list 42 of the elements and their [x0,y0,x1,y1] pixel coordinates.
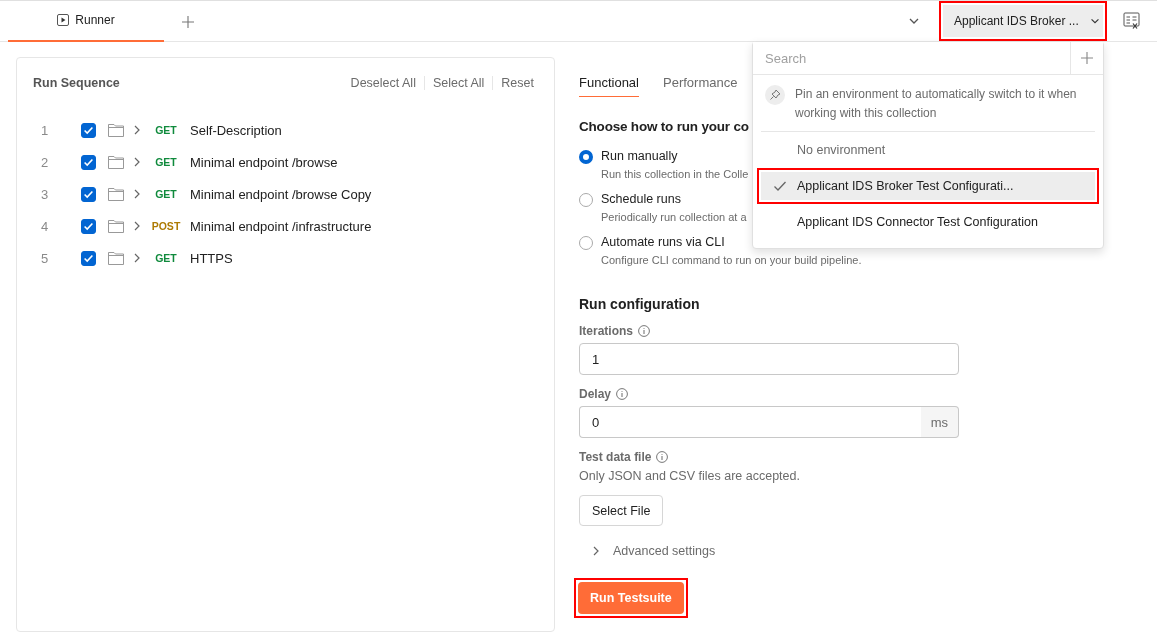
field-label: Test data file [579,450,652,464]
select-file-button[interactable]: Select File [579,495,664,526]
hint-text: Only JSON and CSV files are accepted. [579,469,801,483]
option-label: Automate runs via CLI [601,235,725,249]
row-number: 1 [40,122,50,138]
field-label: Iterations [579,324,633,338]
method-label: GET [154,156,178,168]
request-name: Self-Description [190,122,282,138]
environment-selector[interactable]: Applicant IDS Broker ... [943,5,1103,37]
request-name: Minimal endpoint /infrastructure [190,218,372,234]
method-label: GET [154,124,178,136]
menu-item[interactable]: Applicant IDS Broker Test Configurati... [761,172,1095,200]
row-number: 3 [40,186,50,202]
request-name: HTTPS [190,250,233,266]
action-link[interactable]: Select All [423,76,493,90]
row-number: 2 [40,154,50,170]
tab[interactable]: Runner [8,0,164,42]
field-label: Delay [579,387,612,401]
option-description: Configure CLI command to run on your build pipeline. [601,254,862,266]
row-number: 5 [40,250,50,266]
row-number: 4 [40,218,50,234]
request-name: Minimal endpoint /browse Copy [190,186,372,202]
iterations-field[interactable]: 1 [579,343,959,375]
request-name: Minimal endpoint /browse [190,154,338,170]
method-label: GET [154,188,178,200]
option-description: Run this collection in the Colle [601,168,749,180]
option-label: Run manually [601,149,678,163]
option-description: Periodically run collection at a [601,211,747,223]
menu-item[interactable]: Applicant IDS Connector Test Configuration [761,208,1095,236]
method-label: GET [154,252,178,264]
panel-title: Run Sequence [33,76,120,90]
advanced-settings-toggle[interactable]: Advanced settings [579,544,716,558]
action-link[interactable]: Reset [492,76,534,90]
tab[interactable]: Functional [579,75,639,97]
action-link[interactable]: Deselect All [342,76,424,90]
option-label: Schedule runs [601,192,681,206]
menu-item[interactable]: No environment [761,136,1095,164]
method-label: POST [150,220,182,232]
hint-text: Pin an environment to automatically switch to it when working with this collection [795,86,1078,122]
section-heading: Run configuration [579,296,701,312]
section-heading: Choose how to run your co [579,119,749,134]
tab[interactable]: Performance [663,75,738,97]
